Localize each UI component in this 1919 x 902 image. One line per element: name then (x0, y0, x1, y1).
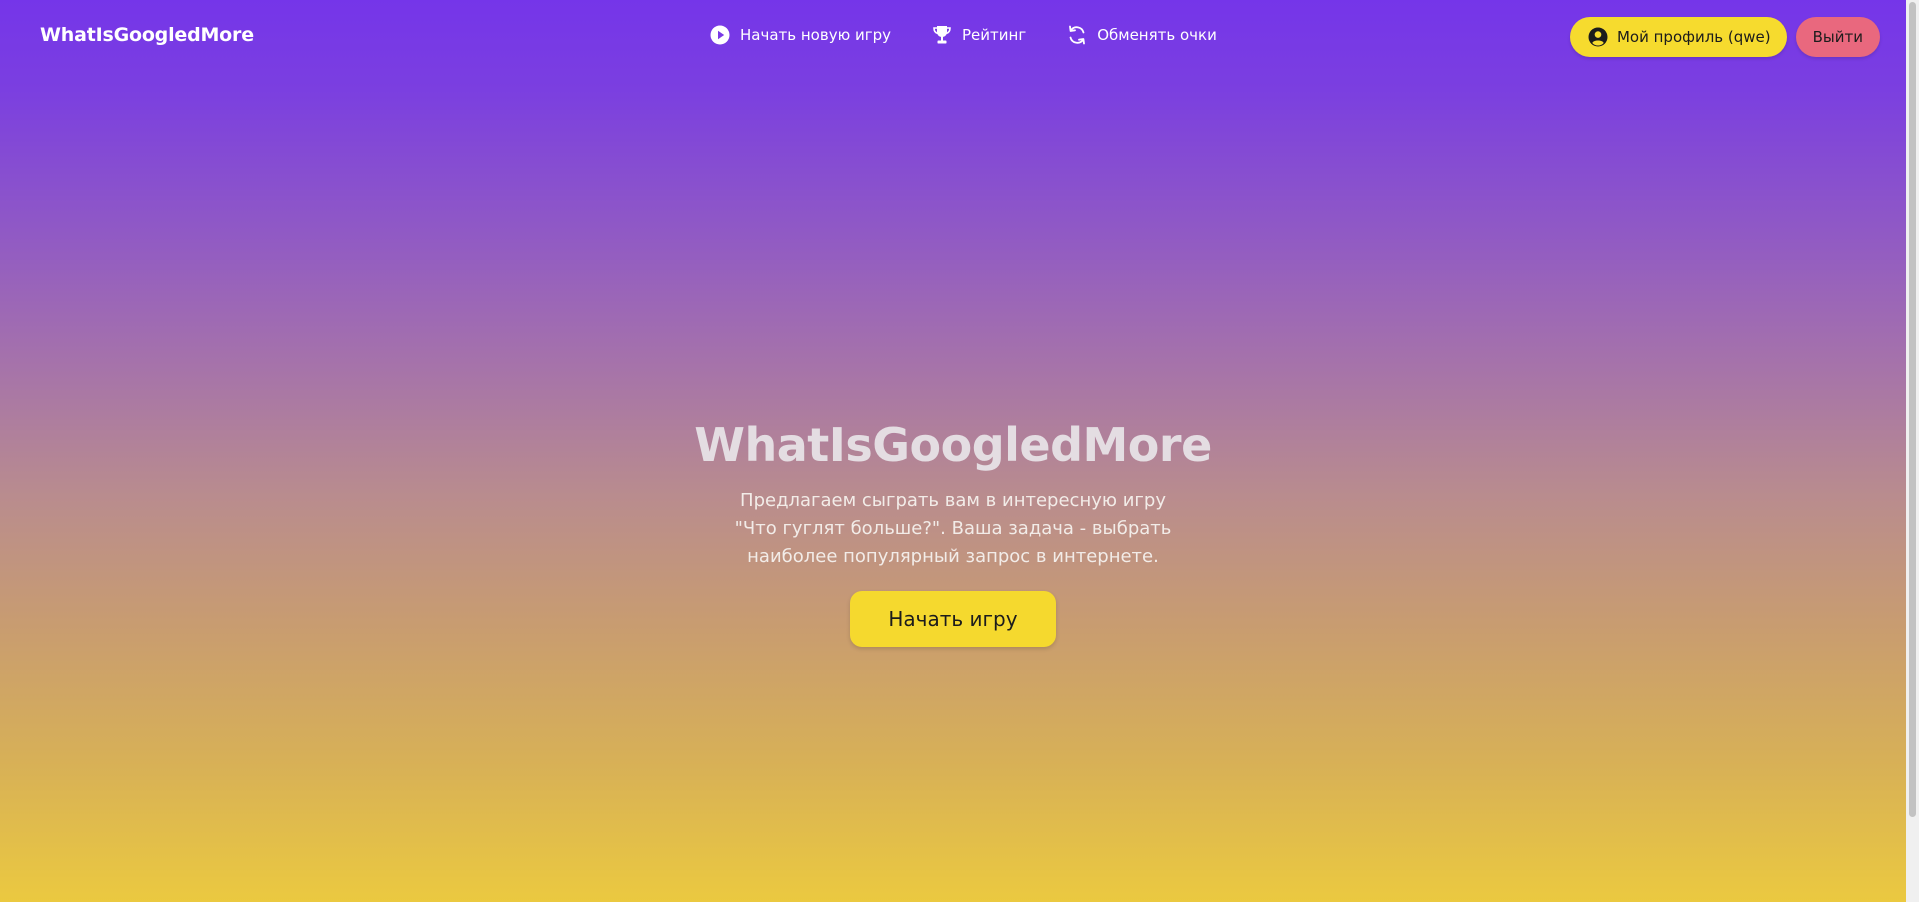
scrollbar-thumb[interactable] (1909, 2, 1916, 817)
brand-logo[interactable]: WhatIsGoogledMore (40, 24, 254, 46)
page: WhatIsGoogledMore Начать новую игру Рейт… (0, 0, 1906, 902)
nav-link-label: Рейтинг (962, 26, 1027, 44)
user-circle-icon (1588, 27, 1608, 47)
hero-description: Предлагаем сыграть вам в интересную игру… (734, 490, 1172, 567)
hero-title: WhatIsGoogledMore (694, 418, 1212, 472)
nav-link-label: Обменять очки (1097, 26, 1217, 44)
vertical-scrollbar[interactable] (1906, 0, 1919, 902)
nav-actions: Мой профиль (qwe) Выйти (1569, 17, 1880, 57)
nav-link-exchange-points[interactable]: Обменять очки (1066, 24, 1217, 46)
nav-link-rating[interactable]: Рейтинг (931, 24, 1026, 46)
hero-section: WhatIsGoogledMore Предлагаем сыграть вам… (0, 408, 1906, 647)
navbar: WhatIsGoogledMore Начать новую игру Рейт… (0, 0, 1906, 74)
nav-link-label: Начать новую игру (740, 26, 891, 44)
start-game-button[interactable]: Начать игру (850, 591, 1056, 647)
logout-button[interactable]: Выйти (1795, 17, 1880, 57)
nav-link-new-game[interactable]: Начать новую игру (709, 24, 891, 46)
refresh-icon (1066, 24, 1088, 46)
profile-button[interactable]: Мой профиль (qwe) (1569, 17, 1787, 57)
play-circle-icon (709, 24, 731, 46)
profile-button-label: Мой профиль (qwe) (1616, 28, 1771, 46)
trophy-icon (931, 24, 953, 46)
nav-links: Начать новую игру Рейтинг Обменять очки (709, 24, 1217, 46)
